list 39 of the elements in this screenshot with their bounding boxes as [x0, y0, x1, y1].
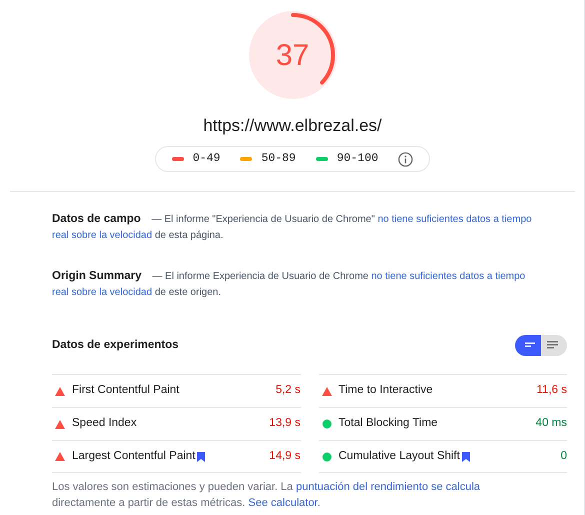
section-title: Datos de experimentos [52, 338, 179, 353]
view-toggle-button[interactable] [541, 335, 567, 356]
metric-value: 40 ms [536, 416, 567, 432]
metric-name: Cumulative Layout Shift [338, 448, 460, 464]
link[interactable]: real sobre la velocidad [52, 287, 152, 298]
description-text: de esta página. [154, 230, 224, 241]
description-text: — El informe Experiencia de Usuario de Chrome [152, 271, 368, 282]
bookmark-icon[interactable] [462, 452, 470, 462]
view-toggle-button[interactable] [515, 335, 541, 356]
bookmark-icon[interactable] [197, 452, 206, 462]
link[interactable]: no tiene suficientes datos a tiempo [371, 271, 526, 282]
link[interactable]: See calculator. [248, 497, 320, 509]
legend-range: 90-100 [336, 151, 378, 168]
legend-range: 50-89 [261, 151, 296, 168]
metric-name: First Contentful Paint [72, 383, 180, 398]
metric-value: 14,9 s [269, 448, 300, 464]
section-title: Origin Summary [52, 270, 142, 282]
description-text: directamente a partir de estas métricas. [52, 497, 246, 509]
list-icon [524, 341, 536, 350]
link[interactable]: no tiene suficientes datos a tiempo [378, 214, 532, 225]
section-title: Datos de campo [52, 213, 141, 225]
description-text: — El informe "Experiencia de Usuario de Chrome" [152, 214, 375, 225]
metric-name: Time to Interactive [338, 383, 433, 398]
score-value: 37 [276, 38, 310, 74]
metric-value: 13,9 s [269, 416, 300, 432]
metric-value: 11,6 s [536, 383, 567, 398]
description-text: Los valores son estimaciones y pueden variar. La [52, 481, 293, 493]
description-text: de este origen. [154, 287, 222, 298]
info-icon[interactable] [398, 152, 414, 166]
metric-name: Total Blocking Time [338, 416, 438, 432]
link[interactable]: puntuación del rendimiento se calcula [296, 481, 480, 493]
metric-value: 0 [560, 448, 567, 464]
page-url: https://www.elbrezal.es/ [203, 116, 382, 136]
metric-name: Largest Contentful Paint [72, 448, 196, 464]
metric-value: 5,2 s [276, 383, 300, 398]
metric-name: Speed Index [72, 416, 137, 432]
link[interactable]: real sobre la velocidad [52, 230, 152, 241]
list-icon [546, 341, 558, 350]
legend-range: 0-49 [192, 151, 220, 168]
